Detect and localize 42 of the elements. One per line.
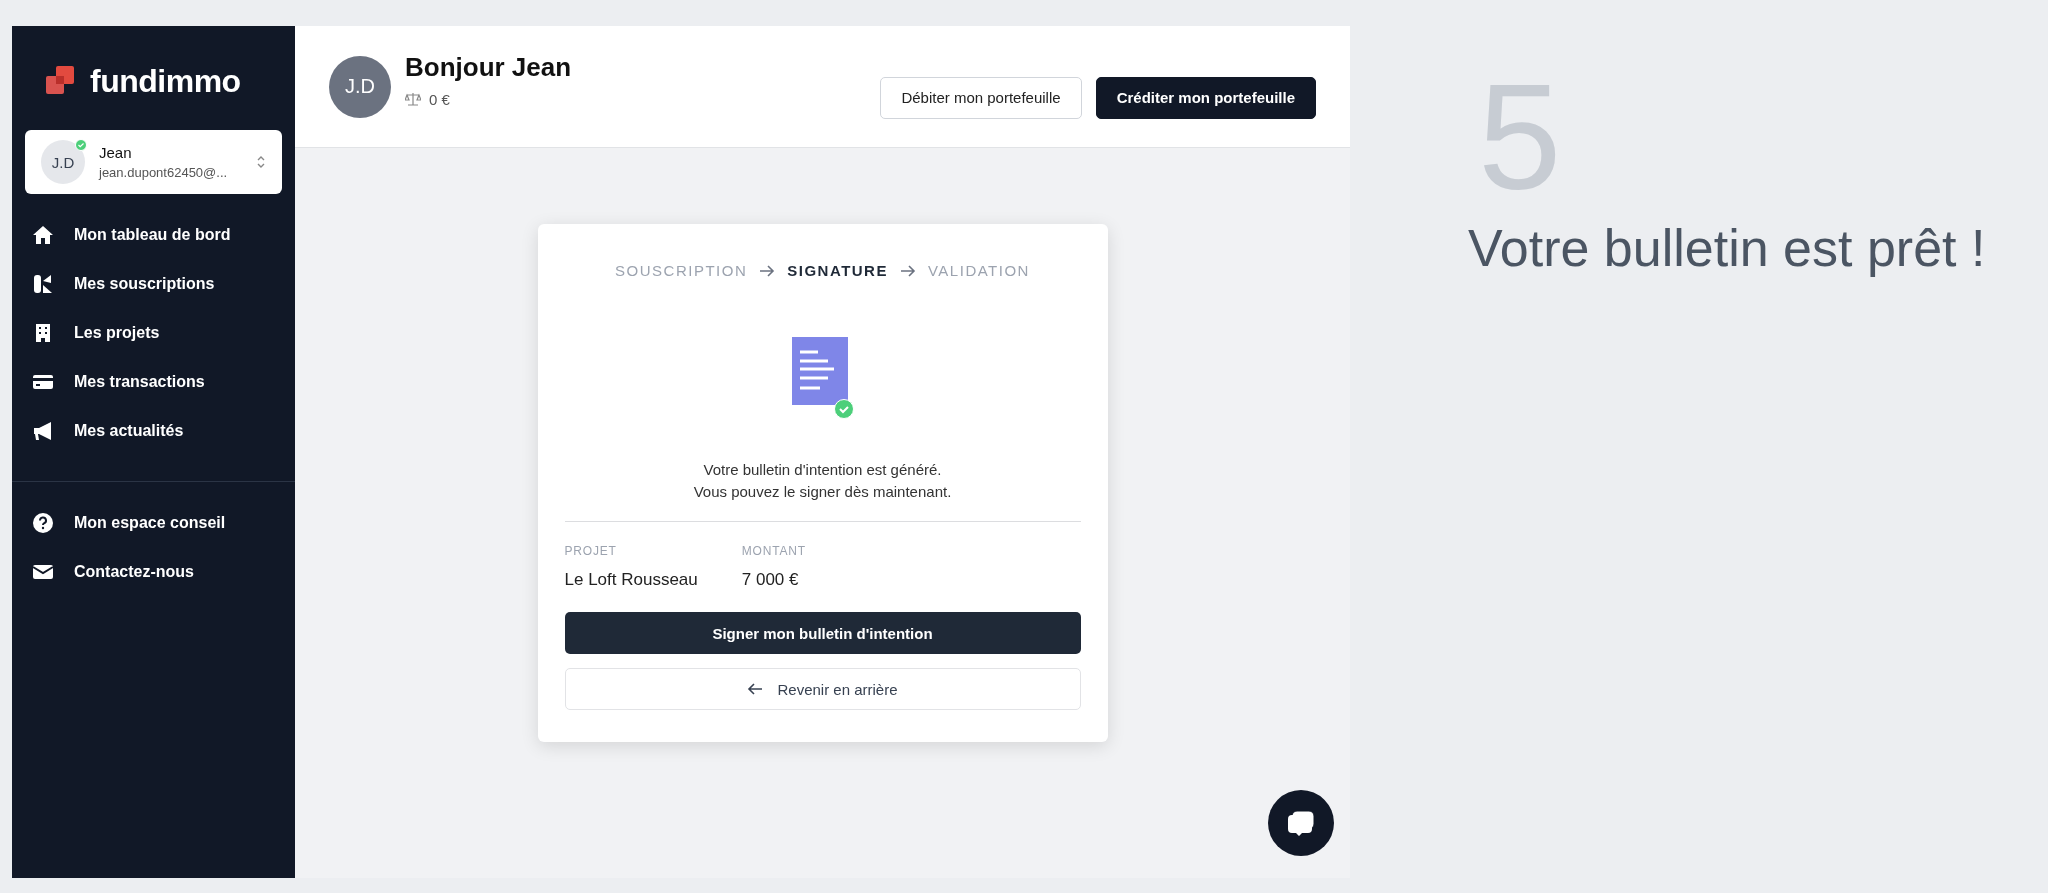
home-icon (32, 223, 54, 246)
field-label: MONTANT (741, 544, 806, 558)
field-label: PROJET (564, 544, 618, 558)
logo-text: fundimmo (90, 62, 241, 100)
arrow-right-icon (759, 263, 776, 278)
step-label: SOUSCRIPTION (615, 262, 748, 279)
megaphone-icon (32, 419, 54, 442)
avatar: J.D (41, 140, 85, 184)
nav-item[interactable]: Mes actualités (32, 408, 295, 453)
chevron-updown-icon (256, 154, 266, 170)
arrow-right-icon (899, 263, 916, 278)
nav-item[interactable]: Mon espace conseil (32, 500, 295, 545)
help-icon (32, 511, 54, 534)
nav-item[interactable]: Mes souscriptions (32, 261, 295, 306)
step-label: VALIDATION (927, 262, 1030, 279)
avatar: J.D (329, 55, 391, 118)
chart-icon (32, 272, 54, 295)
document-check-icon (791, 337, 854, 419)
nav-item[interactable]: Mes transactions (32, 359, 295, 404)
nav-item[interactable]: Contactez-nous (32, 549, 295, 594)
message-text: Votre bulletin d'intention est généré. (702, 460, 943, 480)
nav-item[interactable]: Les projets (32, 310, 295, 355)
account-switcher[interactable]: J.D Jean jean.dupont62450@... (25, 130, 282, 194)
sign-button[interactable]: Signer mon bulletin d'intention (564, 612, 1081, 654)
account-email: jean.dupont62450@... (99, 165, 229, 180)
credit-wallet-button[interactable]: Créditer mon portefeuille (1095, 76, 1316, 119)
caption-title: Votre bulletin est prêt ! (1468, 218, 1987, 278)
field-value: 7 000 € (741, 570, 800, 590)
arrow-left-icon (747, 682, 764, 696)
balance-amount: 0 € (429, 90, 450, 108)
back-button[interactable]: Revenir en arrière (564, 668, 1081, 710)
message-text: Vous pouvez le signer dès maintenant. (693, 482, 952, 502)
account-name: Jean (99, 144, 133, 161)
nav-item[interactable]: Mon tableau de bord (32, 212, 295, 257)
step-label: SIGNATURE (787, 262, 888, 279)
verified-icon (75, 139, 87, 151)
scale-icon (405, 92, 421, 106)
chat-icon (1286, 809, 1316, 837)
debit-wallet-button[interactable]: Débiter mon portefeuille (880, 76, 1082, 119)
greeting: Bonjour Jean (405, 51, 573, 83)
logo-icon (46, 66, 76, 96)
field-value: Le Loft Rousseau (564, 570, 698, 590)
